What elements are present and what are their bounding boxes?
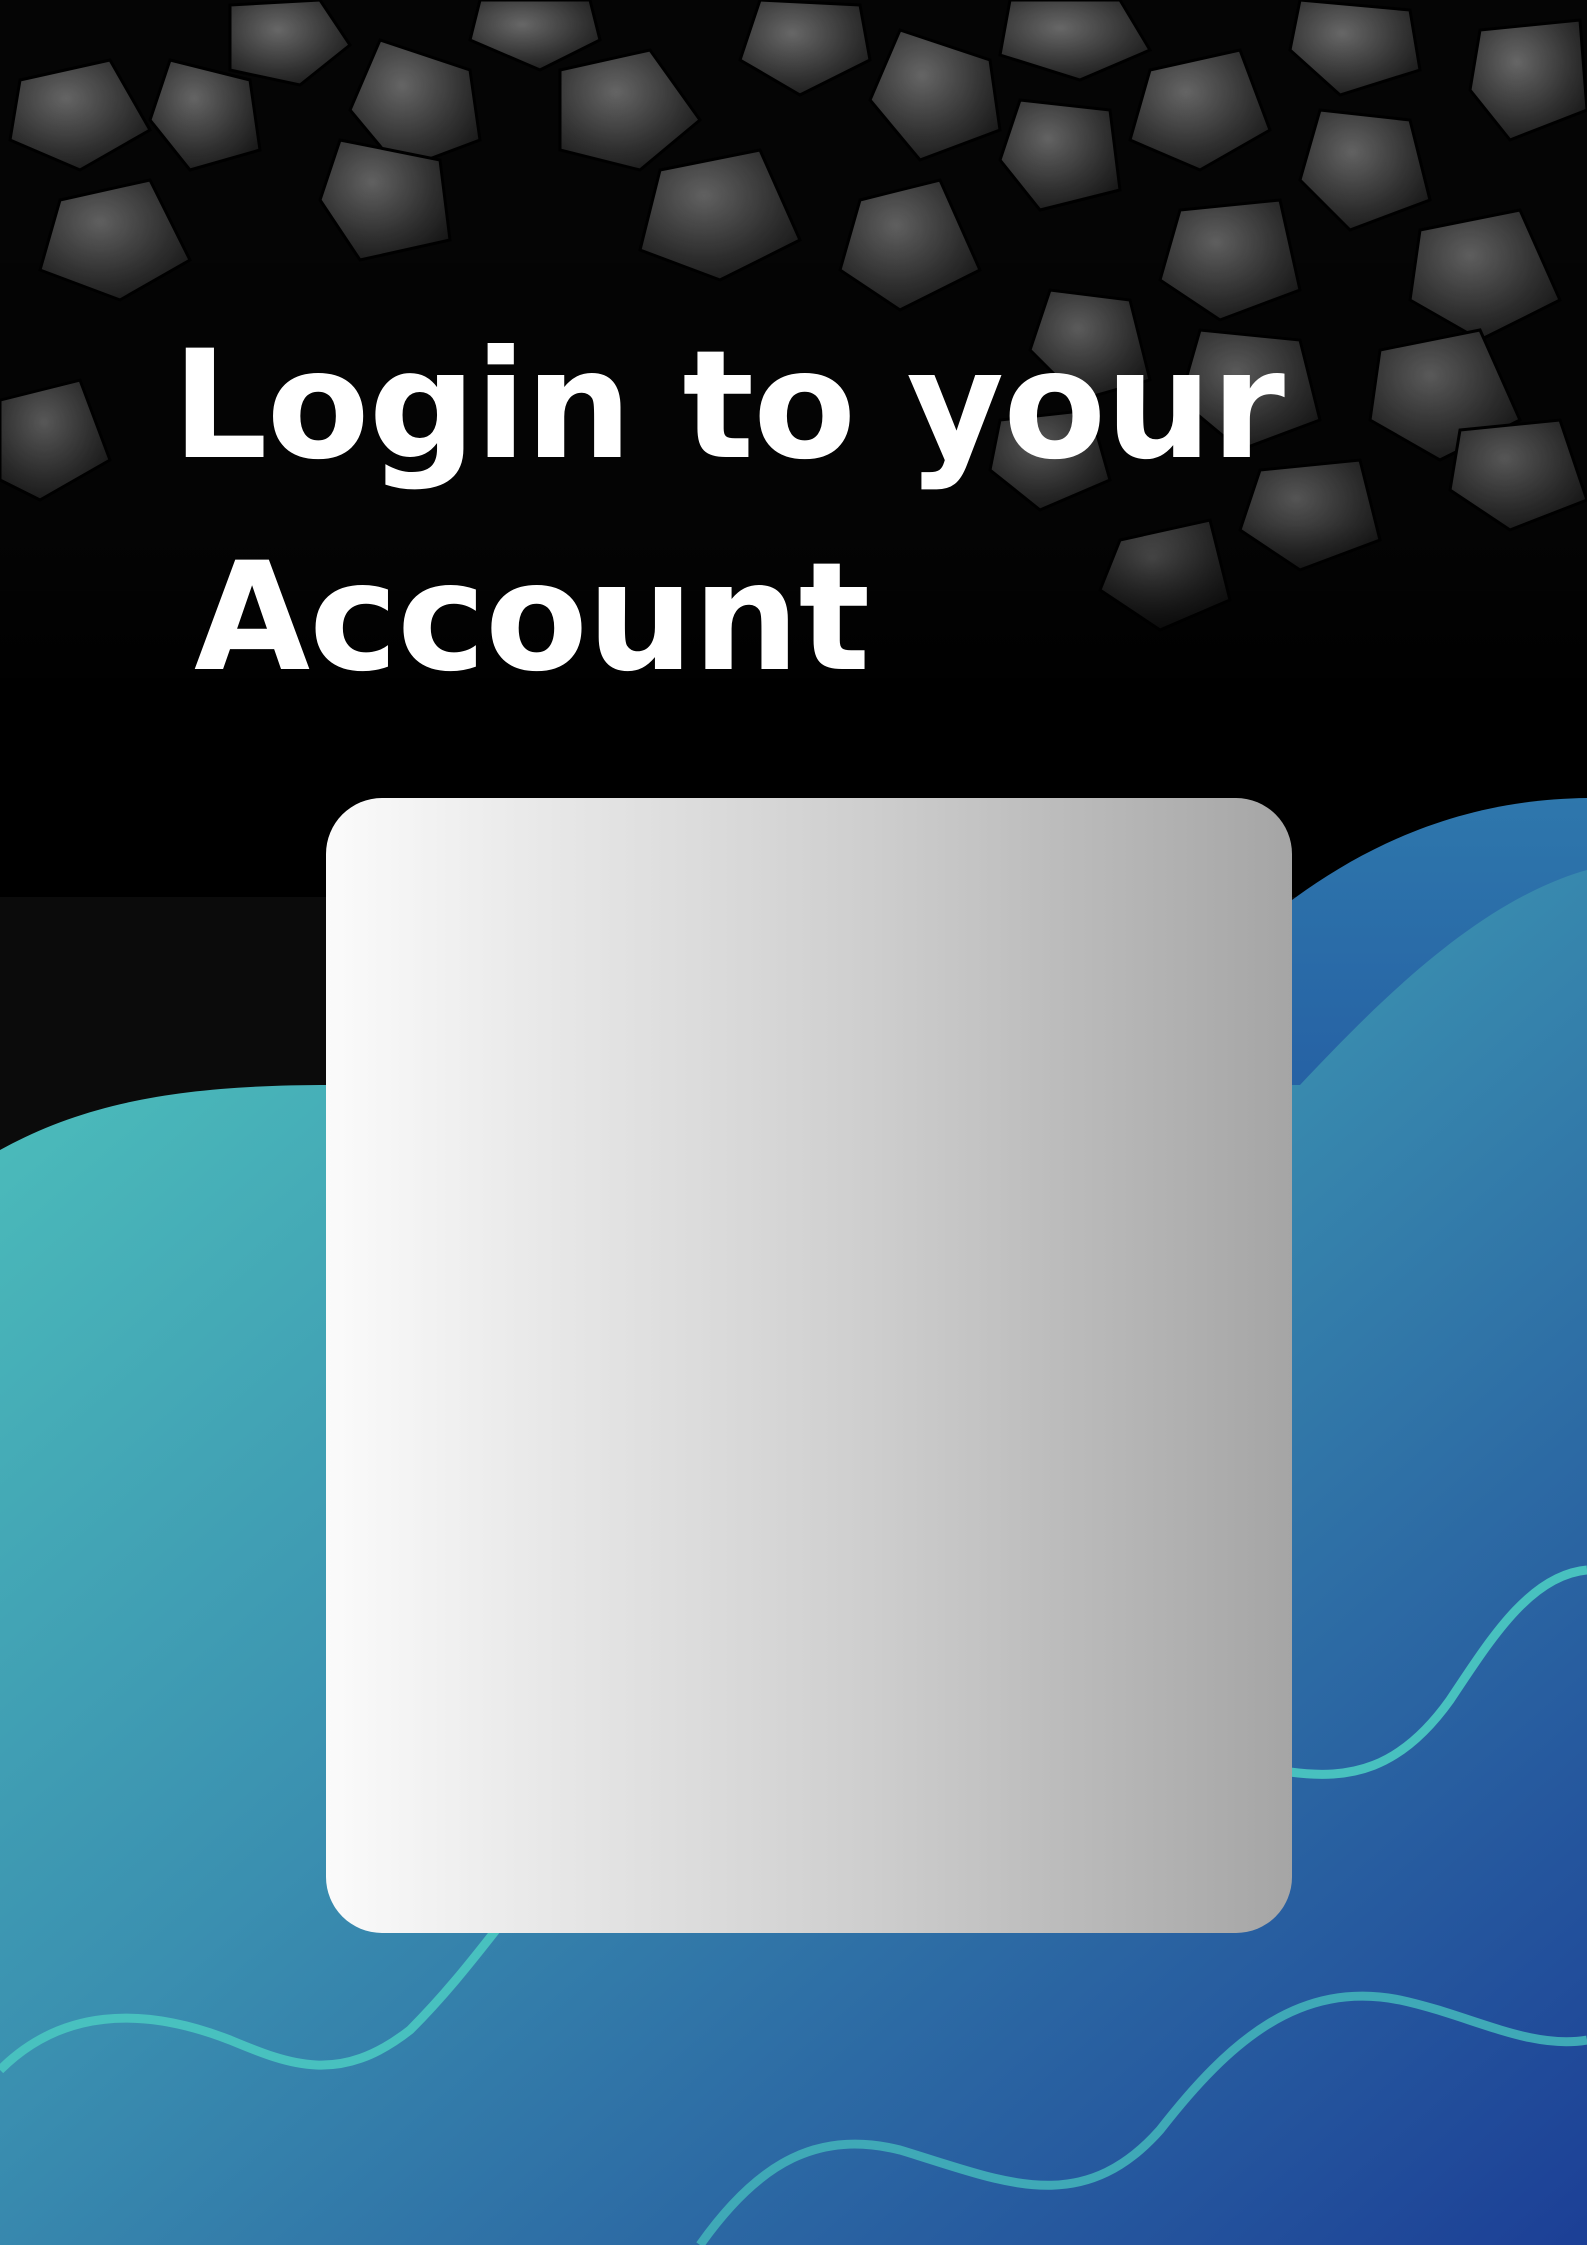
title-line-1: Login to your	[172, 319, 1285, 493]
login-card	[326, 798, 1292, 1933]
login-page: Login to your Account	[0, 0, 1587, 2245]
title-line-2: Account	[194, 531, 870, 705]
page-title: Login to your Account	[172, 300, 1372, 724]
